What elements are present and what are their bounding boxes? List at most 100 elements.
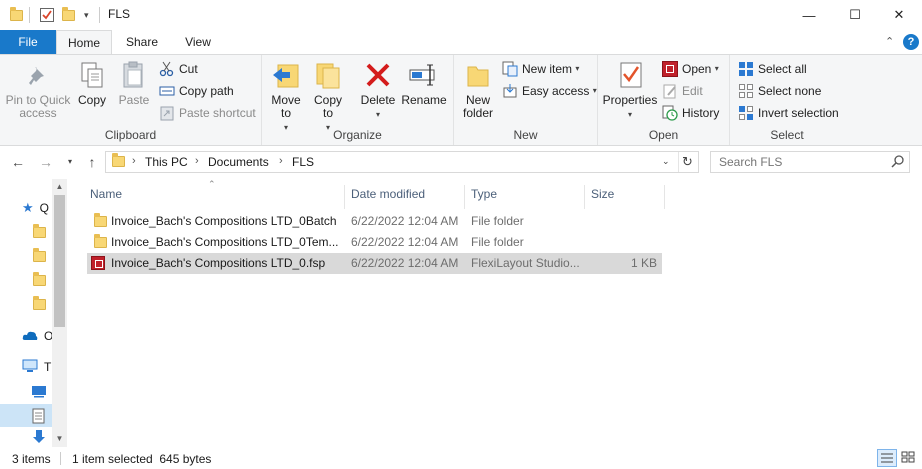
tab-home[interactable]: Home <box>56 30 112 55</box>
tab-view[interactable]: View <box>172 30 224 54</box>
minimize-button[interactable]: — <box>786 0 832 30</box>
open-button[interactable]: Open ▾ <box>662 59 719 79</box>
new-folder-button[interactable]: New folder <box>458 59 498 120</box>
tab-file[interactable]: File <box>0 30 56 54</box>
file-row-selected[interactable]: Invoice_Bach's Compositions LTD_0.fsp 6/… <box>87 253 662 274</box>
properties-button[interactable]: Properties ▾ <box>602 59 658 121</box>
column-header-size[interactable]: Size <box>585 185 665 209</box>
details-view-icon[interactable] <box>877 449 897 467</box>
collapse-ribbon-icon[interactable]: ⌃ <box>885 35 894 48</box>
paste-shortcut-button[interactable]: Paste shortcut <box>159 103 256 123</box>
open-group-label: Open <box>648 128 679 142</box>
search-icon[interactable] <box>891 154 905 171</box>
scrollbar-thumb[interactable] <box>54 195 65 327</box>
new-group-label: New <box>513 128 538 142</box>
file-type: File folder <box>471 235 524 249</box>
folder-icon <box>33 295 46 310</box>
column-header-type[interactable]: Type <box>465 185 585 209</box>
copy-to-label: Copy to <box>313 93 342 120</box>
new-item-label: New item <box>522 62 573 76</box>
recent-locations-chevron-icon[interactable]: ▾ <box>64 153 76 171</box>
column-header-date[interactable]: Date modified <box>345 185 465 209</box>
file-row[interactable]: Invoice_Bach's Compositions LTD_0Tem... … <box>87 232 662 253</box>
cut-button[interactable]: Cut <box>159 59 198 79</box>
copy-path-button[interactable]: Copy path <box>159 81 234 101</box>
breadcrumb-documents[interactable]: Documents <box>208 155 269 169</box>
large-icons-view-icon[interactable] <box>899 449 919 467</box>
select-all-button[interactable]: Select all <box>738 59 807 79</box>
navigation-bar: ← → ▾ ↑ › This PC › Documents › FLS ⌄ ↻ <box>0 146 922 179</box>
properties-quick-icon[interactable] <box>39 6 55 24</box>
folder-icon <box>33 247 46 262</box>
scroll-up-icon[interactable]: ▲ <box>52 179 67 194</box>
easy-access-button[interactable]: Easy access ▾ <box>502 81 597 101</box>
breadcrumb-this-pc[interactable]: This PC <box>145 155 188 169</box>
organize-group-label: Organize <box>333 128 382 142</box>
new-item-button[interactable]: New item ▾ <box>502 59 579 79</box>
documents-icon <box>32 408 46 427</box>
select-none-button[interactable]: Select none <box>738 81 821 101</box>
folder-icon <box>33 223 46 238</box>
forward-arrow-icon[interactable]: → <box>38 153 54 171</box>
copy-icon <box>76 59 108 91</box>
file-size: 1 KB <box>630 256 657 270</box>
flexilayout-app-icon <box>662 61 678 77</box>
up-arrow-icon[interactable]: ↑ <box>84 153 100 171</box>
folder-icon <box>94 213 107 230</box>
documents-item[interactable] <box>0 404 52 427</box>
copy-to-button[interactable]: Copy to ▾ <box>310 59 346 134</box>
column-header-name[interactable]: Name <box>84 185 345 209</box>
rename-button[interactable]: Rename <box>400 59 448 107</box>
delete-button[interactable]: Delete ▾ <box>358 59 398 121</box>
pin-to-quick-access-button[interactable]: Pin to Quick access <box>4 59 72 120</box>
select-all-icon <box>738 61 754 77</box>
address-history-chevron-icon[interactable]: ⌄ <box>662 156 670 167</box>
edit-button[interactable]: Edit <box>662 81 703 101</box>
select-all-label: Select all <box>758 62 807 76</box>
file-name: Invoice_Bach's Compositions LTD_0.fsp <box>111 256 326 270</box>
copy-button[interactable]: Copy <box>74 59 110 107</box>
close-button[interactable]: ✕ <box>876 0 922 30</box>
divider <box>60 452 61 465</box>
properties-icon <box>614 59 646 91</box>
new-item-icon <box>502 61 518 77</box>
breadcrumb-fls[interactable]: FLS <box>292 155 314 169</box>
scroll-down-icon[interactable]: ▼ <box>52 431 67 446</box>
folder-icon <box>94 234 107 251</box>
file-name: Invoice_Bach's Compositions LTD_0Tem... <box>111 235 339 249</box>
this-pc-label: T <box>44 360 52 374</box>
history-button[interactable]: History <box>662 103 719 123</box>
search-input[interactable] <box>719 155 879 169</box>
customize-quick-access-icon[interactable]: ▾ <box>84 6 89 24</box>
select-none-icon <box>738 83 754 99</box>
file-row[interactable]: Invoice_Bach's Compositions LTD_0Batch 6… <box>87 211 662 232</box>
quick-access-label: Q <box>39 201 49 215</box>
paste-shortcut-label: Paste shortcut <box>179 106 256 120</box>
edit-icon <box>662 83 678 99</box>
history-label: History <box>682 106 720 120</box>
paste-icon <box>118 59 150 91</box>
file-name: Invoice_Bach's Compositions LTD_0Batch <box>111 214 337 228</box>
move-to-button[interactable]: Move to ▾ <box>268 59 304 134</box>
maximize-button[interactable]: ☐ <box>832 0 878 30</box>
paste-label: Paste <box>118 93 150 107</box>
tab-share[interactable]: Share <box>116 30 168 54</box>
back-arrow-icon[interactable]: ← <box>10 153 26 171</box>
select-group-label: Select <box>770 128 804 142</box>
help-icon[interactable]: ? <box>903 34 919 50</box>
refresh-icon[interactable]: ↻ <box>682 154 693 170</box>
selection-info: 1 item selected 645 bytes <box>72 452 212 466</box>
search-box[interactable] <box>710 151 910 173</box>
invert-selection-button[interactable]: Invert selection <box>738 103 839 123</box>
address-bar[interactable]: › This PC › Documents › FLS ⌄ ↻ <box>105 151 699 173</box>
divider <box>678 152 679 172</box>
new-folder-quick-icon[interactable] <box>62 6 75 24</box>
open-label: Open <box>682 62 712 76</box>
cloud-icon <box>22 329 38 344</box>
new-folder-icon <box>462 59 494 91</box>
window-title: FLS <box>108 7 131 21</box>
paste-button[interactable]: Paste <box>116 59 152 107</box>
navpane-scrollbar[interactable]: ▲ ▼ <box>52 179 67 447</box>
copy-path-icon <box>159 83 175 99</box>
new-group: New folder New item ▾ Easy access ▾ New <box>454 55 598 145</box>
